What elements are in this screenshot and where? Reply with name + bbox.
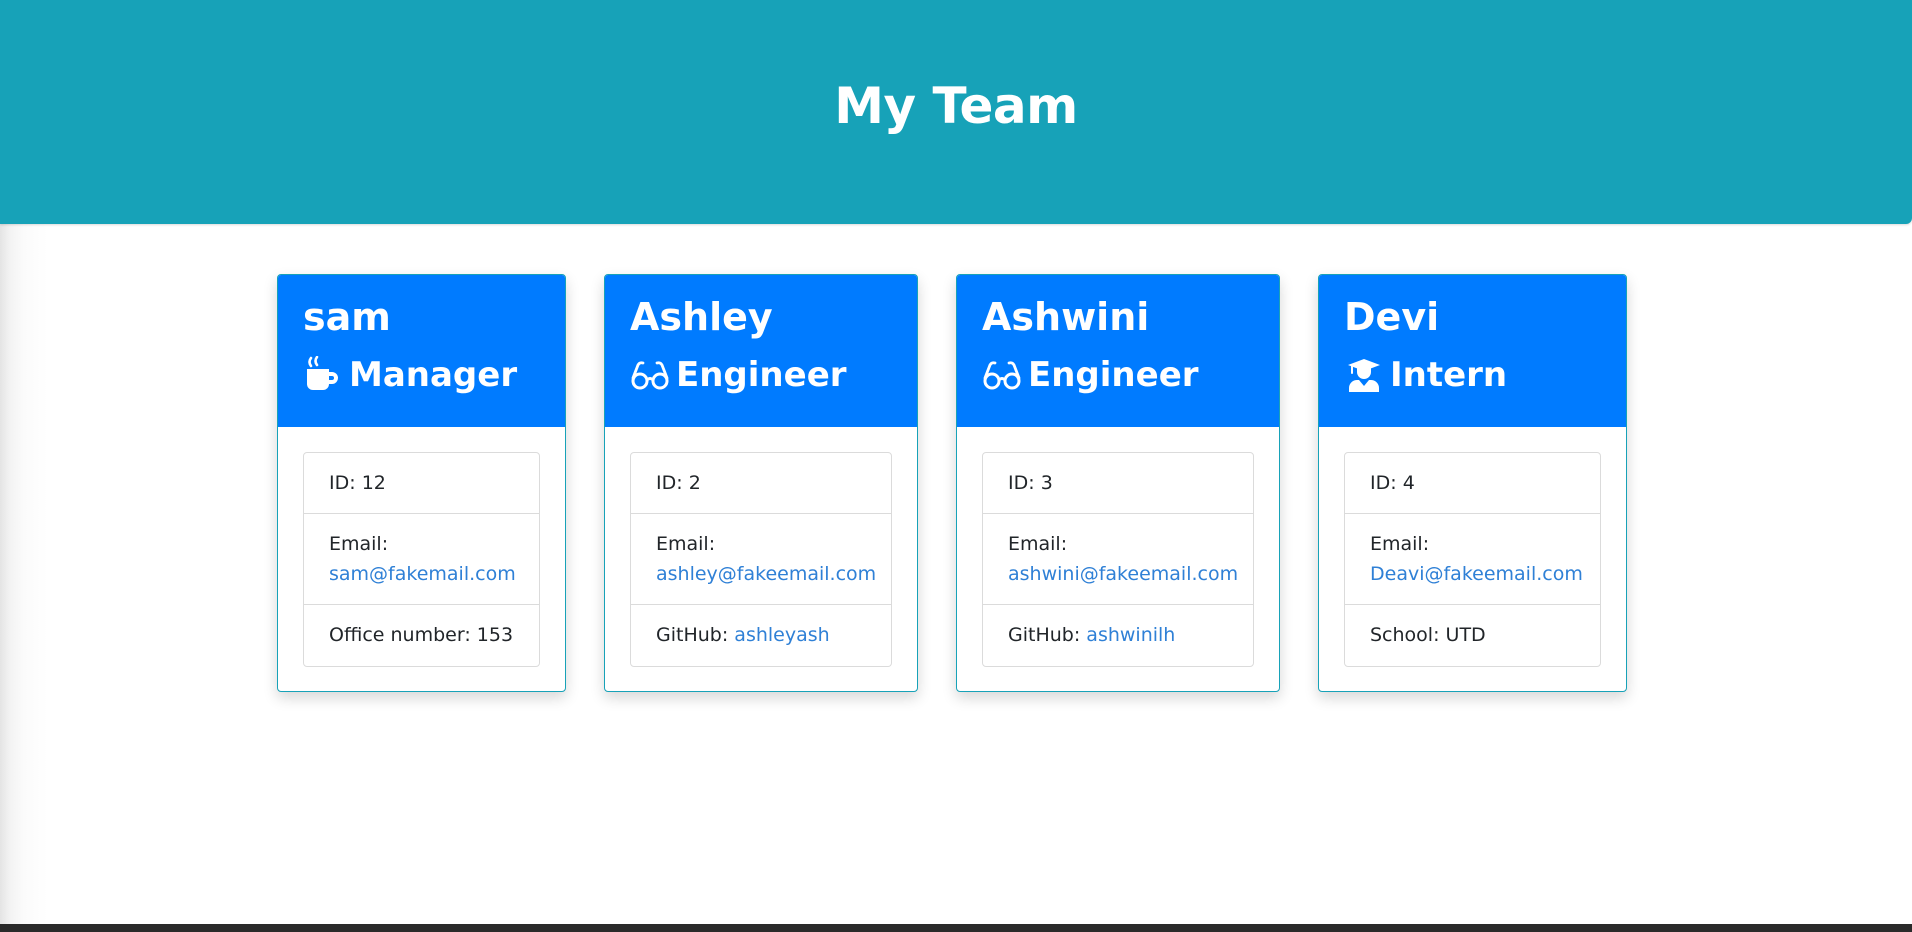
employee-card-engineer: Ashwini Engineer ID: 3 Email: ashwini@fa… (956, 274, 1280, 692)
employee-role: Intern (1344, 355, 1600, 395)
email-link[interactable]: sam@fakemail.com (329, 563, 516, 585)
email-link[interactable]: ashwini@fakeemail.com (1008, 563, 1238, 585)
card-body: ID: 2 Email: ashley@fakeemail.com GitHub… (605, 427, 917, 667)
office-number-item: Office number: 153 (304, 605, 539, 666)
id-value: 12 (361, 472, 386, 494)
mug-hot-icon (303, 355, 343, 395)
employee-card-intern: Devi Intern ID: 4 Email: Deavi@fakeemail… (1318, 274, 1627, 692)
github-link[interactable]: ashleyash (734, 624, 829, 646)
card-body: ID: 4 Email: Deavi@fakeemail.com School:… (1319, 427, 1626, 667)
card-header: sam Manager (278, 275, 565, 427)
school-value: UTD (1445, 624, 1486, 646)
role-label: Intern (1390, 355, 1508, 395)
glasses-icon (630, 355, 670, 395)
email-label: Email: (1008, 533, 1068, 555)
card-body: ID: 12 Email: sam@fakemail.com Office nu… (278, 427, 565, 667)
employee-id-item: ID: 3 (983, 453, 1253, 514)
office-number-label: Office number: (329, 624, 471, 646)
employee-card-manager: sam Manager ID: 12 Email: sam@fakemail.c… (277, 274, 566, 692)
id-label: ID: (329, 472, 356, 494)
github-item: GitHub: ashwinilh (983, 605, 1253, 666)
id-value: 4 (1402, 472, 1415, 494)
employee-id-item: ID: 2 (631, 453, 891, 514)
employee-details-list: ID: 4 Email: Deavi@fakeemail.com School:… (1344, 452, 1601, 667)
id-label: ID: (1008, 472, 1035, 494)
school-label: School: (1370, 624, 1440, 646)
role-label: Engineer (1028, 355, 1199, 395)
employee-id-item: ID: 4 (1345, 453, 1600, 514)
page-header: My Team (0, 0, 1912, 224)
card-header: Ashwini Engineer (957, 275, 1279, 427)
employee-name: sam (303, 295, 391, 339)
role-label: Engineer (676, 355, 847, 395)
employee-details-list: ID: 2 Email: ashley@fakeemail.com GitHub… (630, 452, 892, 667)
user-graduate-icon (1344, 355, 1384, 395)
employee-email-item: Email: sam@fakemail.com (304, 514, 539, 605)
employee-role: Engineer (982, 355, 1253, 395)
email-link[interactable]: Deavi@fakeemail.com (1370, 563, 1583, 585)
employee-id-item: ID: 12 (304, 453, 539, 514)
school-item: School: UTD (1345, 605, 1600, 666)
page-title: My Team (834, 77, 1078, 135)
id-label: ID: (656, 472, 683, 494)
employee-email-item: Email: Deavi@fakeemail.com (1345, 514, 1600, 605)
employee-role: Engineer (630, 355, 891, 395)
id-label: ID: (1370, 472, 1397, 494)
employee-name: Devi (1344, 295, 1440, 339)
id-value: 3 (1040, 472, 1053, 494)
employee-name: Ashwini (982, 295, 1150, 339)
email-label: Email: (329, 533, 389, 555)
github-item: GitHub: ashleyash (631, 605, 891, 666)
employee-details-list: ID: 12 Email: sam@fakemail.com Office nu… (303, 452, 540, 667)
card-header: Ashley Engineer (605, 275, 917, 427)
github-link[interactable]: ashwinilh (1086, 624, 1175, 646)
employee-email-item: Email: ashwini@fakeemail.com (983, 514, 1253, 605)
window-bottom-bar (0, 924, 1912, 932)
employee-name: Ashley (630, 295, 773, 339)
github-label: GitHub: (1008, 624, 1081, 646)
employee-details-list: ID: 3 Email: ashwini@fakeemail.com GitHu… (982, 452, 1254, 667)
email-link[interactable]: ashley@fakeemail.com (656, 563, 876, 585)
github-label: GitHub: (656, 624, 729, 646)
email-label: Email: (1370, 533, 1430, 555)
employee-card-engineer: Ashley Engineer ID: 2 Email: ashley@fake… (604, 274, 918, 692)
card-body: ID: 3 Email: ashwini@fakeemail.com GitHu… (957, 427, 1279, 667)
card-header: Devi Intern (1319, 275, 1626, 427)
id-value: 2 (688, 472, 701, 494)
employee-role: Manager (303, 355, 539, 395)
employee-email-item: Email: ashley@fakeemail.com (631, 514, 891, 605)
email-label: Email: (656, 533, 716, 555)
office-number-value: 153 (476, 624, 514, 646)
role-label: Manager (349, 355, 518, 395)
glasses-icon (982, 355, 1022, 395)
